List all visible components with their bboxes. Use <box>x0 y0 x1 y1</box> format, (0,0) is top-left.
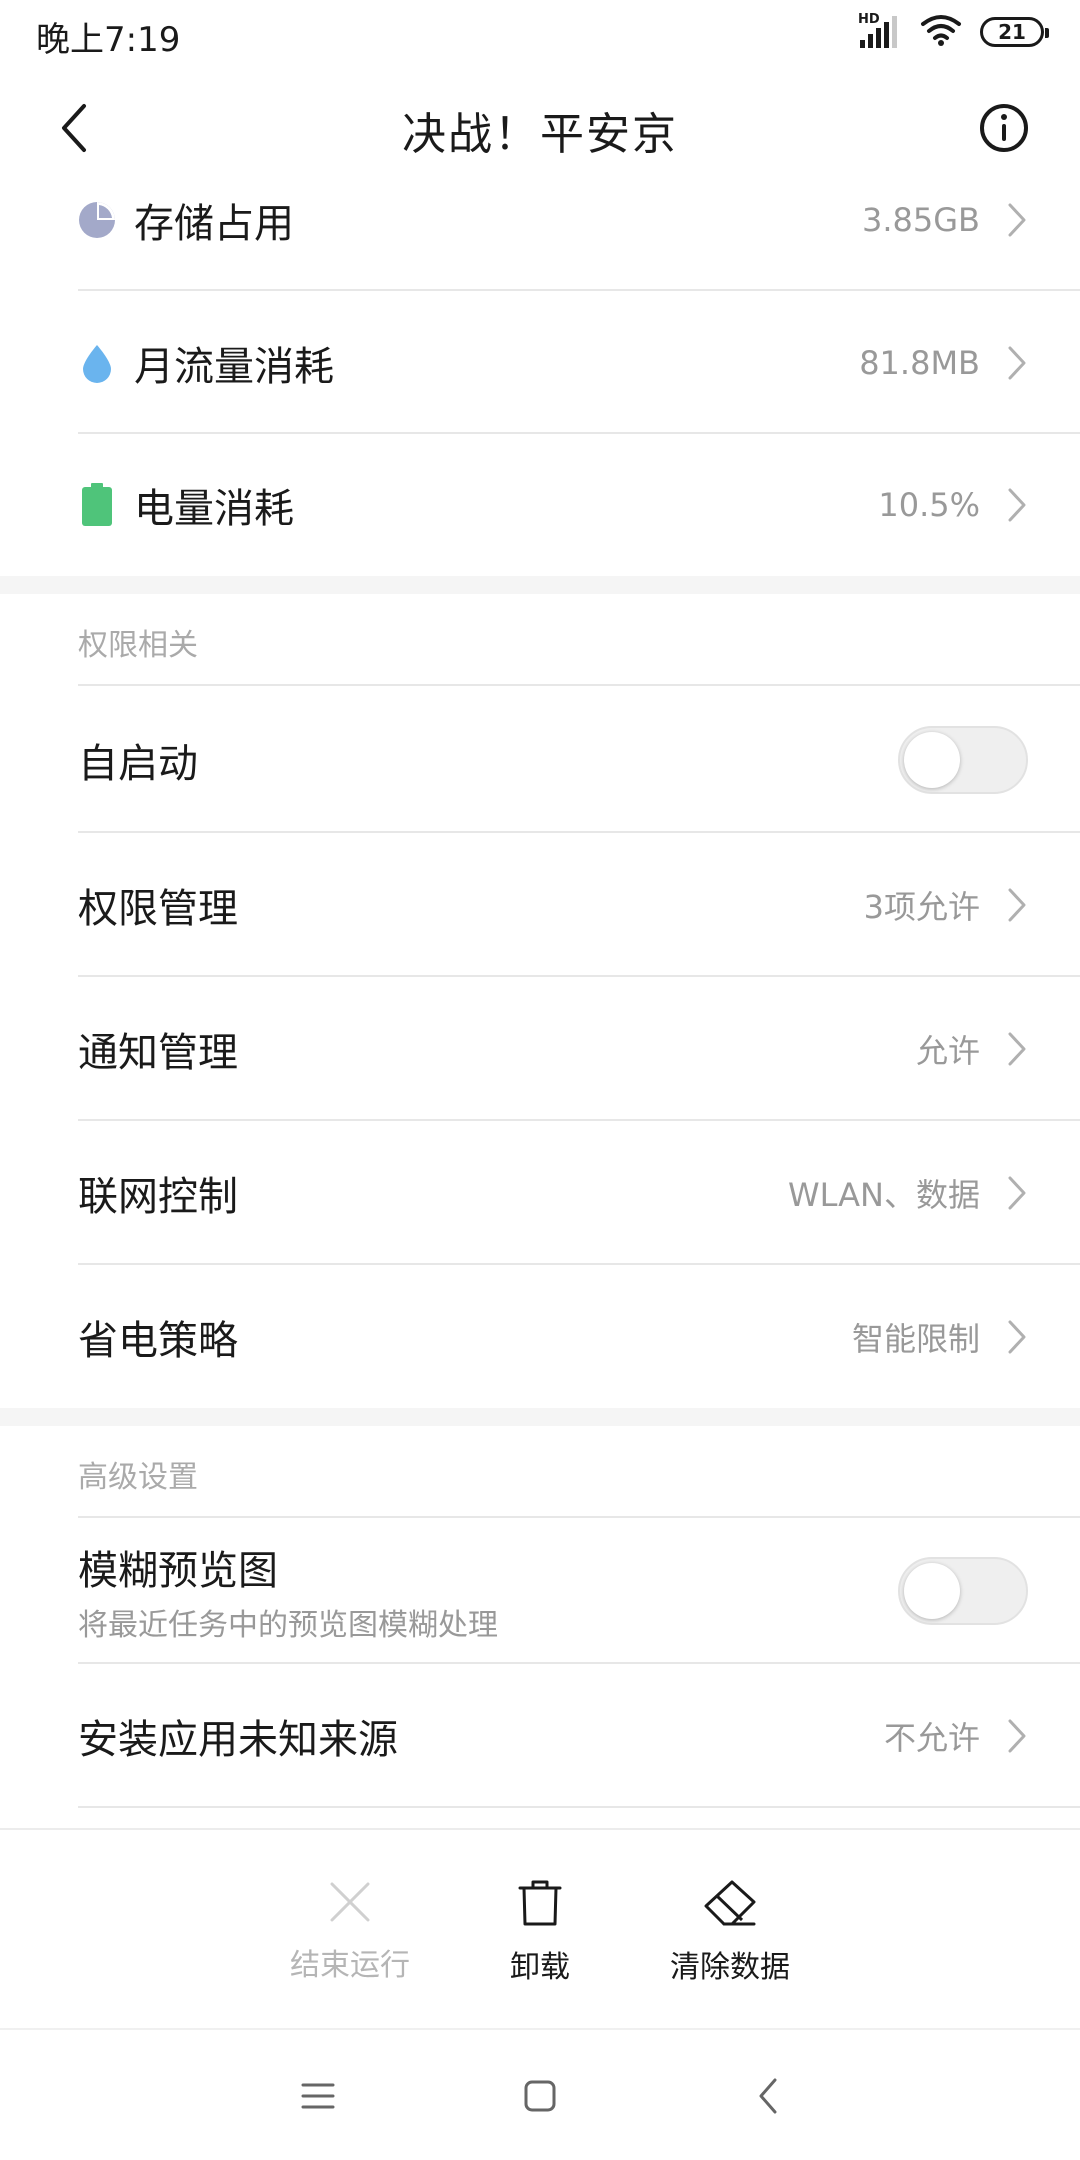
chevron-right-icon <box>1006 485 1028 525</box>
battery-level: 21 <box>998 20 1026 44</box>
menu-button[interactable] <box>288 2066 348 2126</box>
action-bar: 结束运行 卸载 清除数据 <box>0 1828 1080 2030</box>
chevron-right-icon <box>1006 1317 1028 1357</box>
chevron-right-icon <box>1006 1716 1028 1756</box>
storage-label: 存储占用 <box>134 200 294 247</box>
app-info-page: 晚上7:19 HD 21 决战！平安京 存储占用 3.85GB 月流量消耗 81… <box>0 0 1080 2160</box>
blur-preview-label: 模糊预览图 <box>78 1548 278 1594</box>
battery-usage-value: 10.5% <box>878 486 980 524</box>
battery-saver-row[interactable]: 省电策略 智能限制 <box>0 1265 1080 1408</box>
toggle-knob <box>904 1563 960 1619</box>
network-control-row[interactable]: 联网控制 WLAN、数据 <box>0 1121 1080 1265</box>
blur-preview-text: 模糊预览图 将最近任务中的预览图模糊处理 <box>78 1538 898 1644</box>
storage-row[interactable]: 存储占用 3.85GB <box>0 148 1080 291</box>
permission-management-label: 权限管理 <box>78 886 238 932</box>
pie-chart-icon <box>78 201 116 239</box>
data-usage-label: 月流量消耗 <box>134 343 334 390</box>
info-icon <box>980 104 1028 152</box>
toggle-knob <box>904 731 960 788</box>
data-usage-value: 81.8MB <box>859 343 980 382</box>
chevron-right-icon <box>1006 885 1028 925</box>
water-drop-icon <box>78 344 116 383</box>
network-control-value: WLAN、数据 <box>787 1176 980 1214</box>
force-stop-button[interactable]: 结束运行 <box>260 1878 440 1984</box>
notification-management-label: 通知管理 <box>78 1030 238 1076</box>
section-separator <box>0 576 1080 594</box>
blur-preview-row: 模糊预览图 将最近任务中的预览图模糊处理 <box>0 1518 1080 1664</box>
clear-data-label: 清除数据 <box>670 1950 790 1985</box>
close-icon <box>330 1882 370 1922</box>
autostart-label: 自启动 <box>78 740 198 787</box>
hd-label: HD <box>858 12 880 27</box>
battery-saver-value: 智能限制 <box>851 1319 980 1358</box>
home-icon <box>524 2080 556 2112</box>
divider <box>78 1806 1080 1808</box>
battery-usage-row[interactable]: 电量消耗 10.5% <box>0 434 1080 576</box>
status-bar: 晚上7:19 HD 21 <box>0 0 1080 70</box>
storage-value: 3.85GB <box>862 200 980 239</box>
unknown-sources-row[interactable]: 安装应用未知来源 不允许 <box>0 1664 1080 1808</box>
battery-icon <box>78 483 116 526</box>
notification-management-row[interactable]: 通知管理 允许 <box>0 977 1080 1121</box>
unknown-sources-label: 安装应用未知来源 <box>78 1717 398 1763</box>
unknown-sources-value: 不允许 <box>883 1719 980 1757</box>
nav-back-button[interactable] <box>738 2066 798 2126</box>
menu-icon <box>301 2083 335 2109</box>
chevron-right-icon <box>1006 1173 1028 1213</box>
autostart-row: 自启动 <box>0 686 1080 833</box>
uninstall-button[interactable]: 卸载 <box>450 1878 630 1986</box>
eraser-icon <box>704 1880 756 1926</box>
advanced-section-title: 高级设置 <box>78 1460 198 1495</box>
uninstall-label: 卸载 <box>510 1950 570 1985</box>
trash-icon <box>518 1880 562 1926</box>
blur-preview-toggle[interactable] <box>898 1557 1028 1625</box>
battery-usage-label: 电量消耗 <box>134 486 294 532</box>
autostart-toggle[interactable] <box>898 725 1028 794</box>
signal-icon: HD <box>858 12 902 50</box>
back-arrow-icon <box>759 2078 777 2114</box>
chevron-right-icon <box>1006 200 1028 240</box>
clear-data-button[interactable]: 清除数据 <box>640 1878 820 1986</box>
force-stop-label: 结束运行 <box>290 1948 410 1983</box>
section-separator <box>0 1408 1080 1426</box>
permission-management-row[interactable]: 权限管理 3项允许 <box>0 833 1080 977</box>
permissions-section-title: 权限相关 <box>78 628 198 663</box>
network-control-label: 联网控制 <box>78 1174 238 1220</box>
status-icons: HD 21 <box>858 12 1049 50</box>
home-button[interactable] <box>510 2066 570 2126</box>
system-nav-bar <box>0 2028 1080 2160</box>
status-time: 晚上7:19 <box>36 20 181 60</box>
chevron-right-icon <box>1006 343 1028 383</box>
data-usage-row[interactable]: 月流量消耗 81.8MB <box>0 291 1080 434</box>
battery-saver-label: 省电策略 <box>78 1317 238 1364</box>
wifi-icon <box>920 14 962 50</box>
chevron-right-icon <box>1006 1029 1028 1069</box>
blur-preview-sublabel: 将最近任务中的预览图模糊处理 <box>78 1608 498 1643</box>
permission-management-value: 3项允许 <box>863 888 980 926</box>
battery-icon: 21 <box>980 17 1049 47</box>
notification-management-value: 允许 <box>915 1032 980 1070</box>
